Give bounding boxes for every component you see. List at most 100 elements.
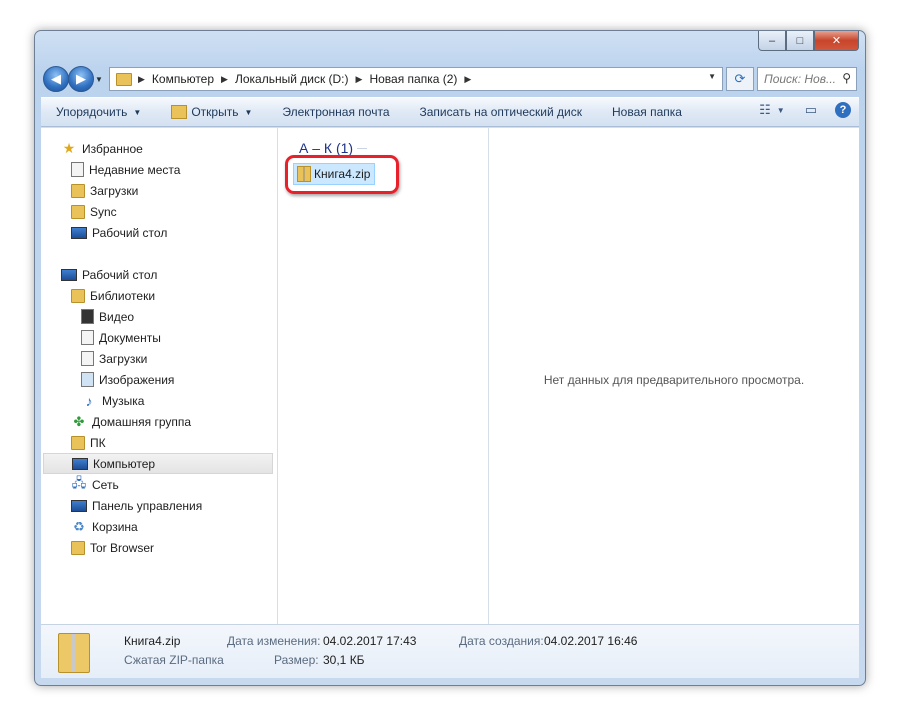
preview-empty-text: Нет данных для предварительного просмотр… (543, 373, 805, 387)
details-file-type: Сжатая ZIP-папка (124, 653, 224, 667)
navigation-buttons: ◀ ▶ ▼ (43, 66, 103, 92)
arrow-left-icon: ◀ (51, 71, 61, 86)
sidebar-item-pictures[interactable]: Изображения (81, 369, 174, 390)
maximize-button[interactable]: □ (786, 31, 814, 51)
sidebar-item-label: Домашняя группа (92, 414, 192, 429)
chevron-right-icon[interactable]: ▶ (138, 74, 145, 85)
sidebar-item-label: Загрузки (99, 351, 148, 366)
desktop-icon (71, 226, 87, 239)
breadcrumb-item[interactable]: Новая папка (2) (369, 72, 457, 86)
explorer-window: – □ ✕ ◀ ▶ ▼ ▶ Компьютер ▶ Локальный диск… (34, 30, 866, 686)
recent-pages-dropdown[interactable]: ▼ (95, 75, 103, 92)
homegroup-icon: ✤ (73, 413, 85, 429)
breadcrumb: ▶ Компьютер ▶ Локальный диск (D:) ▶ Нова… (138, 72, 478, 86)
sidebar-item-music[interactable]: ♪ Музыка (81, 390, 145, 411)
sidebar-item-label: ПК (90, 435, 106, 450)
documents-icon (81, 330, 94, 345)
details-size-value: 30,1 КБ (323, 653, 365, 667)
details-size-label: Размер: (274, 653, 319, 667)
sidebar-item-label: Недавние места (89, 162, 181, 177)
navigation-pane: ★ Избранное Недавние места Загрузки Sync… (41, 128, 278, 624)
sidebar-item-downloads[interactable]: Загрузки (71, 180, 138, 201)
sidebar-item-label: Избранное (82, 141, 143, 156)
sidebar-item-label: Сеть (92, 477, 119, 492)
recycle-bin-icon: ♻ (73, 518, 85, 534)
control-panel-icon (71, 499, 87, 512)
minimize-button[interactable]: – (758, 31, 786, 51)
email-button[interactable]: Электронная почта (267, 105, 404, 119)
preview-pane-icon[interactable]: ▭ (805, 102, 817, 118)
sidebar-item-network[interactable]: 🖧 Сеть (71, 474, 119, 495)
chevron-right-icon[interactable]: ▶ (464, 74, 471, 85)
sidebar-item-tor-browser[interactable]: Tor Browser (71, 537, 154, 558)
view-options-icon[interactable]: ☷ (759, 102, 771, 118)
close-button[interactable]: ✕ (814, 31, 859, 51)
zip-folder-icon (297, 166, 311, 182)
sidebar-item-recent-places[interactable]: Недавние места (71, 159, 180, 180)
music-icon: ♪ (85, 392, 93, 409)
breadcrumb-item[interactable]: Компьютер (152, 72, 214, 86)
sidebar-item-video[interactable]: Видео (81, 306, 134, 327)
sidebar-item-libraries[interactable]: Библиотеки (71, 285, 155, 306)
details-pane: Книга4.zip Сжатая ZIP-папка Дата изменен… (41, 624, 859, 678)
sidebar-item-label: Рабочий стол (92, 225, 168, 240)
sidebar-item-label: Компьютер (93, 456, 156, 471)
breadcrumb-item[interactable]: Локальный диск (D:) (235, 72, 349, 86)
sidebar-item-label: Библиотеки (90, 288, 156, 303)
main-content: ★ Избранное Недавние места Загрузки Sync… (41, 127, 859, 624)
video-icon (81, 309, 94, 324)
user-folder-icon (71, 435, 85, 450)
chevron-down-icon[interactable]: ▼ (777, 106, 785, 115)
file-item[interactable]: Книга4.zip (293, 163, 376, 185)
star-icon: ★ (62, 140, 76, 156)
search-icon[interactable]: ⚲ (842, 71, 851, 85)
sidebar-item-homegroup[interactable]: ✤ Домашняя группа (71, 411, 191, 432)
libraries-icon (71, 288, 85, 303)
sidebar-item-computer[interactable]: Компьютер (43, 453, 273, 474)
folder-icon (71, 183, 85, 198)
sidebar-item-desktop[interactable]: Рабочий стол (61, 264, 157, 285)
chevron-down-icon: ▼ (244, 107, 253, 117)
file-item-label: Книга4.zip (314, 167, 371, 181)
chevron-right-icon[interactable]: ▶ (221, 74, 228, 85)
address-row: ◀ ▶ ▼ ▶ Компьютер ▶ Локальный диск (D:) … (43, 63, 857, 93)
sidebar-item-control-panel[interactable]: Панель управления (71, 495, 202, 516)
sidebar-item-recycle-bin[interactable]: ♻ Корзина (71, 516, 138, 537)
folder-icon (71, 204, 85, 219)
new-folder-button[interactable]: Новая папка (597, 105, 697, 119)
sidebar-item-favorites[interactable]: ★ Избранное (61, 138, 143, 159)
group-header[interactable]: А – К (1) (299, 140, 368, 156)
sidebar-item-desktop-favorite[interactable]: Рабочий стол (71, 222, 167, 243)
sidebar-item-label: Панель управления (92, 498, 203, 513)
sidebar-item-documents[interactable]: Документы (81, 327, 161, 348)
pictures-icon (81, 372, 94, 387)
refresh-icon: ⟳ (734, 71, 746, 86)
sidebar-item-label: Корзина (92, 519, 138, 534)
help-icon[interactable]: ? (835, 102, 851, 118)
details-created-label: Дата создания: (459, 634, 544, 648)
refresh-button[interactable]: ⟳ (726, 67, 754, 91)
sidebar-item-pc[interactable]: ПК (71, 432, 106, 453)
sidebar-item-label: Изображения (99, 372, 175, 387)
search-input[interactable]: Поиск: Нов... ⚲ (757, 67, 857, 91)
recent-places-icon (71, 162, 84, 177)
sidebar-item-library-downloads[interactable]: Загрузки (81, 348, 147, 369)
forward-button[interactable]: ▶ (68, 66, 94, 92)
sidebar-item-label: Музыка (102, 393, 145, 408)
group-header-label: А – К (1) (299, 140, 354, 156)
burn-disc-button[interactable]: Записать на оптический диск (405, 105, 598, 119)
organize-button[interactable]: Упорядочить ▼ (41, 105, 156, 119)
address-bar[interactable]: ▶ Компьютер ▶ Локальный диск (D:) ▶ Нова… (109, 67, 723, 91)
back-button[interactable]: ◀ (43, 66, 69, 92)
desktop-icon (61, 268, 77, 281)
zip-folder-icon (58, 633, 90, 673)
file-list: А – К (1) Книга4.zip (278, 128, 489, 624)
open-button[interactable]: Открыть ▼ (156, 105, 267, 119)
details-created-value: 04.02.2017 16:46 (544, 634, 638, 648)
folder-icon (116, 72, 132, 86)
address-history-dropdown[interactable]: ▼ (708, 72, 716, 81)
chevron-down-icon: ▼ (133, 107, 142, 117)
computer-icon (72, 457, 88, 470)
sidebar-item-sync[interactable]: Sync (71, 201, 117, 222)
chevron-right-icon[interactable]: ▶ (356, 74, 363, 85)
